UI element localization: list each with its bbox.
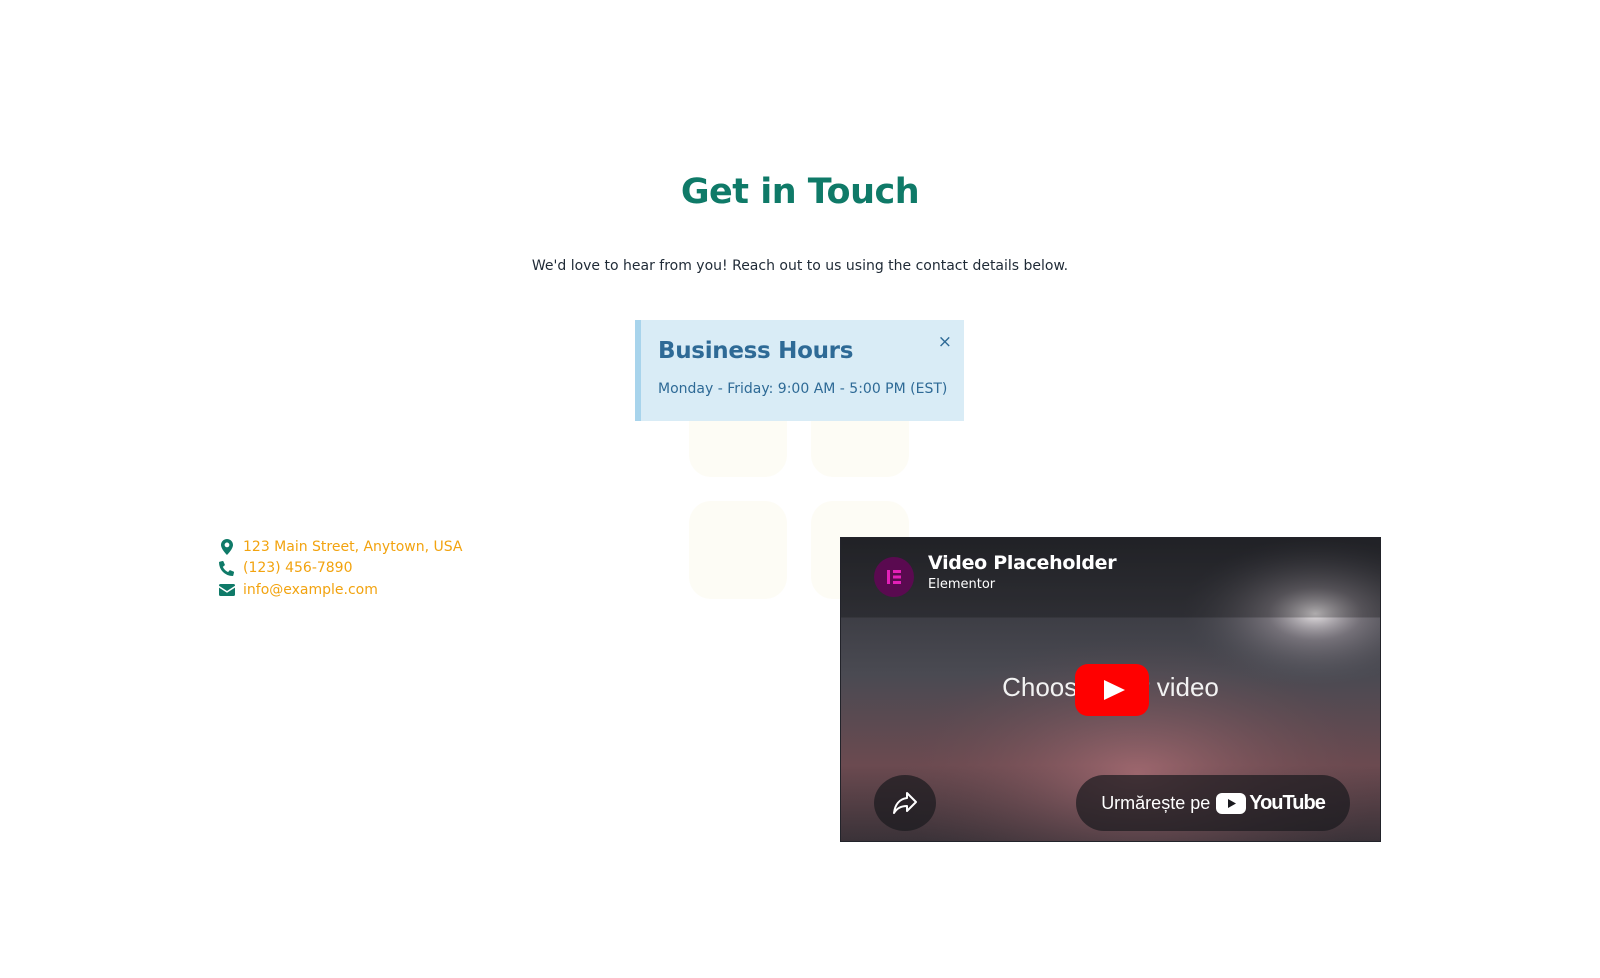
video-channel[interactable]: Elementor (928, 577, 995, 592)
share-button[interactable] (874, 775, 936, 831)
contact-section: Get in Touch We'd love to hear from you!… (0, 0, 1600, 978)
address-link[interactable]: 123 Main Street, Anytown, USA (243, 539, 462, 555)
decorative-tile (689, 501, 787, 599)
envelope-icon (218, 581, 235, 598)
email-link[interactable]: info@example.com (243, 582, 378, 598)
alert-title: Business Hours (658, 338, 854, 364)
phone-link[interactable]: (123) 456-7890 (243, 560, 353, 576)
contact-list: 123 Main Street, Anytown, USA (123) 456-… (218, 536, 462, 601)
alert-text: Monday - Friday: 9:00 AM - 5:00 PM (EST) (658, 381, 948, 397)
youtube-icon (1216, 792, 1247, 814)
phone-icon (218, 560, 235, 577)
close-icon[interactable]: × (938, 334, 952, 351)
contact-item-address: 123 Main Street, Anytown, USA (218, 536, 462, 558)
watch-on-youtube-button[interactable]: Urmărește pe YouTube (1076, 775, 1350, 831)
play-button[interactable] (1075, 664, 1149, 716)
page-subtitle: We'd love to hear from you! Reach out to… (531, 258, 1069, 274)
contact-item-phone: (123) 456-7890 (218, 558, 462, 580)
elementor-logo-icon[interactable] (874, 557, 914, 597)
business-hours-alert: Business Hours Monday - Friday: 9:00 AM … (635, 320, 964, 421)
youtube-wordmark: YouTube (1249, 791, 1326, 814)
page-title: Get in Touch (680, 172, 920, 212)
contact-item-email: info@example.com (218, 579, 462, 601)
map-marker-icon (218, 538, 235, 555)
video-title[interactable]: Video Placeholder (928, 552, 1117, 574)
watch-label: Urmărește pe (1101, 792, 1211, 813)
video-embed[interactable]: Video Placeholder Elementor Choose your … (840, 537, 1381, 842)
play-icon (1075, 664, 1149, 716)
share-icon (893, 792, 917, 814)
